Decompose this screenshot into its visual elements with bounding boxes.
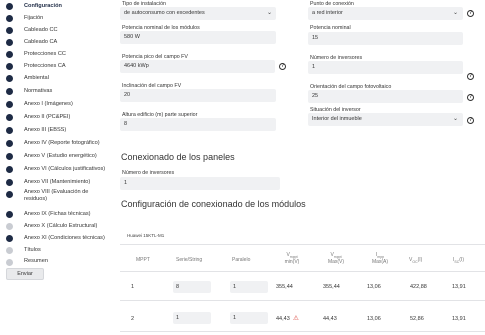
nav-status-dot — [6, 51, 13, 58]
nav-status-dot — [6, 88, 13, 95]
sidebar-item-fijacion[interactable]: Fijación — [24, 15, 43, 22]
col-header-isc: ISC(I) — [453, 257, 464, 264]
nominal-power-modules-field[interactable]: 580 W — [120, 31, 276, 44]
sidebar-nav: Configuración Fijación Cableado CC Cable… — [0, 0, 115, 335]
col-header-parallel: Paralelo — [232, 257, 251, 263]
table-divider — [120, 271, 485, 272]
inverter-count-input[interactable]: 1 — [308, 61, 463, 74]
sidebar-item-anexo-ix[interactable]: Anexo IX (Fichas técnicas) — [24, 211, 91, 218]
chevron-down-icon: ⌄ — [267, 10, 273, 16]
voc-value: 422,88 — [410, 284, 427, 290]
nav-status-dot — [6, 259, 13, 266]
peak-power-field-input[interactable]: 4640 kWp — [120, 60, 275, 73]
sidebar-item-anexo-i[interactable]: Anexo I (Imágenes) — [24, 101, 73, 108]
sidebar-item-protecciones-cc[interactable]: Protecciones CC — [24, 51, 66, 58]
nav-status-dot — [6, 15, 13, 22]
nav-status-dot — [6, 179, 13, 186]
send-button[interactable]: Enviar — [6, 268, 44, 280]
connection-point-select[interactable]: a red interior — [308, 7, 463, 20]
sidebar-item-anexo-vi[interactable]: Anexo VI (Cálculos justificativos) — [24, 166, 105, 173]
vmppt-min-value: 44,43 — [276, 316, 290, 322]
sidebar-item-anexo-x[interactable]: Anexo X (Cálculo Estructural) — [24, 223, 97, 230]
installation-type-select[interactable]: de autoconsumo con excedentes — [120, 7, 276, 20]
nominal-power-input[interactable]: 15 — [308, 32, 463, 45]
col-header-mppt: MPPT — [136, 257, 150, 263]
sidebar-item-anexo-iii[interactable]: Anexo III (EBSS) — [24, 127, 66, 134]
row-mppt: 2 — [131, 316, 135, 322]
col-header-impp-max: Impp Max(A) — [371, 252, 389, 265]
sidebar-item-anexo-v[interactable]: Anexo V (Estudio energético) — [24, 153, 97, 160]
nav-status-dot — [6, 3, 13, 10]
vmppt-max-value: 355,44 — [323, 284, 340, 290]
panels-inverter-count-label: Número de inversores — [122, 170, 175, 176]
nav-status-dot — [6, 247, 13, 254]
row-mppt: 1 — [131, 284, 135, 290]
nav-status-dot — [6, 191, 13, 198]
field-inclination-input[interactable]: 20 — [120, 89, 276, 102]
col-header-voc: VOC(I) — [409, 257, 423, 264]
table-divider — [120, 331, 485, 332]
chevron-down-icon: ⌄ — [453, 116, 459, 122]
inverter-model-label: Huawei 15KTL-M1 — [127, 233, 165, 238]
col-header-series-string: Serie/String — [176, 257, 203, 263]
nav-status-dot — [6, 223, 13, 230]
modules-section-title: Configuración de conexionado de los módu… — [121, 199, 306, 209]
nav-status-dot — [6, 235, 13, 242]
sidebar-item-titulos[interactable]: Títulos — [24, 247, 41, 254]
panels-inverter-count-input[interactable]: 1 — [120, 177, 280, 190]
building-height-input[interactable]: 8 — [120, 118, 276, 131]
sidebar-item-resumen[interactable]: Resumen — [24, 258, 48, 265]
sidebar-item-anexo-ii[interactable]: Anexo II (PC&PEI) — [24, 114, 70, 121]
series-string-input[interactable]: 8 — [173, 281, 211, 293]
col-header-vmppt-max: Vmppt Max(V) — [327, 252, 345, 265]
nav-status-dot — [6, 63, 13, 70]
panels-section-title: Conexionado de los paneles — [121, 152, 235, 162]
nav-status-dot — [6, 75, 13, 82]
nav-status-dot — [6, 114, 13, 121]
sidebar-item-anexo-vii[interactable]: Anexo VII (Mantenimiento) — [24, 179, 90, 186]
chevron-down-icon: ⌄ — [453, 10, 459, 16]
nav-status-dot — [6, 27, 13, 34]
table-divider — [120, 300, 485, 301]
series-string-input[interactable]: 1 — [173, 312, 211, 324]
nav-status-dot — [6, 127, 13, 134]
sidebar-item-protecciones-ca[interactable]: Protecciones CA — [24, 63, 66, 70]
table-divider — [120, 244, 485, 245]
nav-status-dot — [6, 101, 13, 108]
voc-value: 52,86 — [410, 316, 424, 322]
nav-status-dot — [6, 153, 13, 160]
help-icon[interactable]: ? — [467, 94, 474, 101]
parallel-input[interactable]: 1 — [230, 312, 268, 324]
help-icon[interactable]: ? — [467, 73, 474, 80]
sidebar-item-normativas[interactable]: Normativas — [24, 88, 52, 95]
nav-status-dot — [6, 166, 13, 173]
impp-max-value: 13,06 — [367, 284, 381, 290]
nav-status-dot — [6, 211, 13, 218]
sidebar-item-anexo-xi[interactable]: Anexo XI (Condiciones técnicas) — [24, 235, 105, 242]
nav-status-dot — [6, 39, 13, 46]
isc-value: 13,91 — [452, 316, 466, 322]
sidebar-item-anexo-viii[interactable]: Anexo VIII (Evaluación de residuos) — [24, 189, 109, 203]
impp-max-value: 13,06 — [367, 316, 381, 322]
warning-icon: ⚠ — [293, 315, 299, 322]
help-icon[interactable]: ? — [467, 117, 474, 124]
nominal-power-label: Potencia nominal — [310, 25, 351, 31]
sidebar-item-anexo-iv[interactable]: Anexo IV (Reporte fotográfico) — [24, 140, 100, 147]
col-header-vmppt-min: Vmppt min(V) — [284, 252, 300, 265]
help-icon[interactable]: ? — [279, 63, 286, 70]
sidebar-item-configuracion[interactable]: Configuración — [24, 3, 62, 10]
sidebar-item-ambiental[interactable]: Ambiental — [24, 75, 49, 82]
sidebar-item-cableado-cc[interactable]: Cableado CC — [24, 27, 58, 34]
inverter-location-select[interactable]: Interior del inmueble — [308, 113, 463, 126]
parallel-input[interactable]: 1 — [230, 281, 268, 293]
orientation-input[interactable]: 25 — [308, 90, 463, 103]
isc-value: 13,91 — [452, 284, 466, 290]
vmppt-max-value: 44,43 — [323, 316, 337, 322]
vmppt-min-value: 355,44 — [276, 284, 293, 290]
sidebar-item-cableado-ca[interactable]: Cableado CA — [24, 39, 57, 46]
help-icon[interactable]: ? — [467, 10, 474, 17]
nav-status-dot — [6, 140, 13, 147]
